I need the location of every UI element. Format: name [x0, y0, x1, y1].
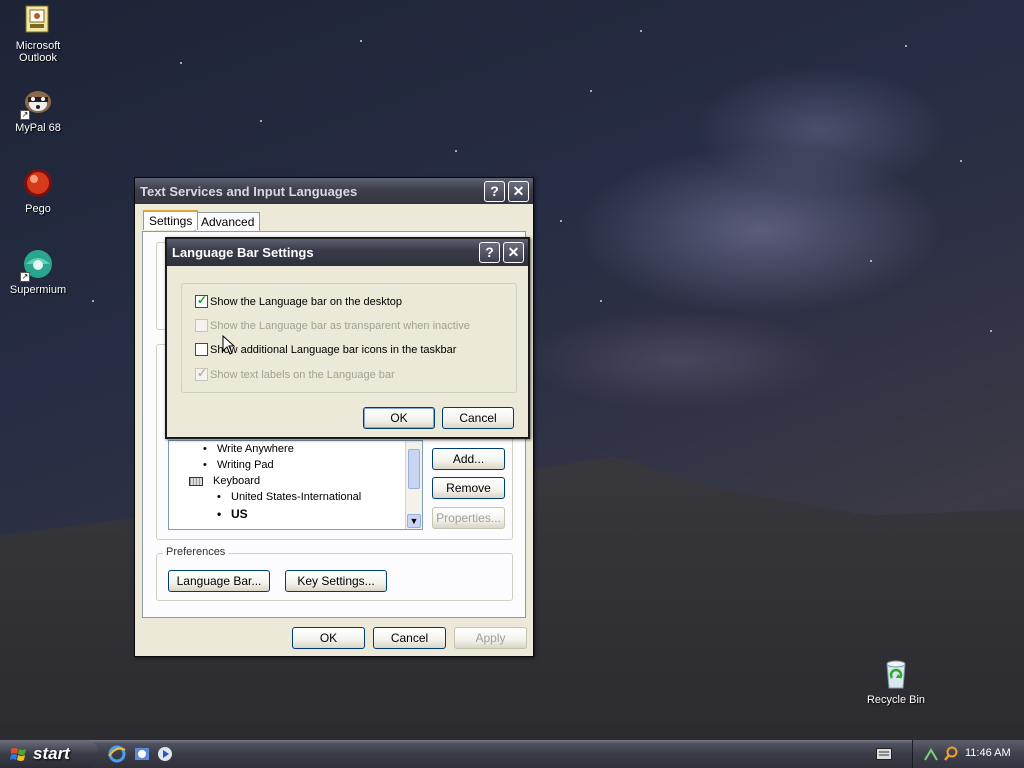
list-scrollbar[interactable]: ▼: [405, 441, 422, 529]
bullet-icon: •: [217, 491, 221, 503]
language-bar-settings-dialog: Language Bar Settings ? ✕ ✓ Show the Lan…: [165, 237, 530, 439]
cancel-button[interactable]: Cancel: [373, 627, 446, 649]
list-item-label: US: [231, 507, 248, 521]
list-item[interactable]: • Write Anywhere: [203, 443, 294, 455]
text-services-titlebar[interactable]: Text Services and Input Languages ? ✕: [135, 178, 533, 204]
option-label: Show additional Language bar icons in th…: [210, 344, 457, 356]
remove-button-label: Remove: [446, 481, 491, 495]
close-icon: ✕: [507, 244, 520, 260]
shortcut-arrow-icon: ↗: [20, 110, 30, 120]
key-settings-button[interactable]: Key Settings...: [285, 570, 387, 592]
checkbox-show-on-desktop[interactable]: ✓: [195, 293, 208, 308]
desktop-icon-label: Supermium: [9, 284, 67, 296]
scroll-thumb[interactable]: [408, 449, 420, 489]
preferences-label: Preferences: [163, 546, 229, 558]
desktop-icon-label: Recycle Bin: [866, 694, 926, 706]
dialog-ok-button[interactable]: OK: [363, 407, 435, 429]
list-item-label: Write Anywhere: [217, 443, 294, 455]
checkbox-transparent-when-inactive[interactable]: [195, 319, 208, 332]
close-icon: ✕: [512, 183, 525, 199]
desktop-icon-outlook[interactable]: Microsoft Outlook: [0, 4, 76, 64]
list-item-label: United States-International: [231, 491, 362, 503]
help-button[interactable]: ?: [484, 181, 505, 202]
desktop-icon-pego[interactable]: Pego: [0, 167, 76, 215]
start-label: start: [33, 744, 70, 763]
search-icon[interactable]: [943, 746, 959, 762]
recycle-bin-icon: [880, 658, 912, 690]
desktop-icon-supermium[interactable]: ↗ Supermium: [0, 248, 76, 296]
help-button[interactable]: ?: [479, 242, 500, 263]
desktop-icon-mypal[interactable]: ↗ MyPal 68: [0, 86, 76, 134]
start-button[interactable]: start: [0, 740, 98, 768]
windows-logo-icon: [10, 748, 26, 761]
add-button[interactable]: Add...: [432, 448, 505, 470]
tab-label: Settings: [149, 214, 193, 228]
apply-button-label: Apply: [475, 631, 506, 645]
desktop-icon-label: MyPal 68: [15, 122, 61, 134]
language-bar-settings-titlebar[interactable]: Language Bar Settings ? ✕: [167, 239, 528, 266]
clock[interactable]: 11:46 AM: [965, 747, 1011, 759]
remove-button[interactable]: Remove: [432, 477, 505, 499]
internet-explorer-icon[interactable]: [108, 745, 126, 763]
add-button-label: Add...: [452, 452, 485, 466]
window-title: Text Services and Input Languages: [140, 184, 358, 199]
option-label: Show the Language bar as transparent whe…: [210, 320, 470, 332]
option-label: Show the Language bar on the desktop: [210, 296, 403, 308]
list-item-label: Keyboard: [213, 475, 261, 487]
media-player-icon[interactable]: [156, 745, 174, 763]
help-icon: ?: [485, 244, 494, 260]
help-icon: ?: [490, 183, 499, 199]
list-item-label: Writing Pad: [217, 459, 274, 471]
tab-label: Advanced: [201, 215, 255, 229]
outlook-express-icon[interactable]: [133, 745, 151, 763]
key-settings-button-label: Key Settings...: [297, 574, 375, 588]
language-bar-keyboard-icon[interactable]: [876, 748, 892, 760]
dialog-cancel-button[interactable]: Cancel: [442, 407, 514, 429]
services-list[interactable]: • Write Anywhere • Writing Pad Keyboard …: [168, 440, 423, 530]
option-label: Show text labels on the Language bar: [210, 369, 395, 381]
dialog-cancel-label: Cancel: [459, 411, 497, 425]
ok-button[interactable]: OK: [292, 627, 365, 649]
close-button[interactable]: ✕: [508, 181, 529, 202]
bullet-icon: •: [203, 443, 207, 455]
desktop-icon-label: Pego: [25, 203, 51, 215]
shortcut-arrow-icon: ↗: [20, 272, 30, 282]
close-button[interactable]: ✕: [503, 242, 524, 263]
language-bar-button-label: Language Bar...: [176, 574, 262, 588]
quick-launch: [108, 745, 178, 763]
properties-button[interactable]: Properties...: [432, 507, 505, 529]
apply-button[interactable]: Apply: [454, 627, 527, 649]
chevron-down-icon: ▼: [409, 516, 419, 526]
network-icon[interactable]: [923, 746, 939, 762]
pego-icon: [22, 167, 54, 199]
ok-button-label: OK: [319, 631, 338, 645]
checkmark-icon: ✓: [197, 293, 208, 307]
bullet-icon: •: [217, 507, 222, 521]
supermium-icon: ↗: [20, 248, 54, 282]
tab-settings[interactable]: Settings: [143, 210, 199, 230]
mouse-cursor-icon: [222, 335, 236, 355]
properties-button-label: Properties...: [436, 511, 501, 525]
mypal-icon: ↗: [20, 86, 54, 120]
language-bar-button[interactable]: Language Bar...: [168, 570, 270, 592]
desktop-icon-recycle-bin[interactable]: Recycle Bin: [858, 658, 934, 706]
list-item[interactable]: • US: [217, 507, 248, 521]
taskbar: start 11:46 AM: [0, 740, 1024, 768]
cancel-button-label: Cancel: [390, 631, 429, 645]
keyboard-icon: [189, 477, 203, 486]
tab-advanced[interactable]: Advanced: [195, 212, 261, 232]
list-item[interactable]: • United States-International: [217, 491, 362, 503]
desktop-icon-label: Microsoft Outlook: [15, 40, 61, 64]
bullet-icon: •: [203, 459, 207, 471]
scroll-down-button[interactable]: ▼: [407, 514, 421, 528]
system-tray: 11:46 AM: [912, 740, 1024, 768]
list-item[interactable]: • Writing Pad: [203, 459, 274, 471]
checkbox-additional-taskbar-icons[interactable]: [195, 343, 208, 356]
checkbox-show-text-labels[interactable]: ✓: [195, 366, 208, 381]
dialog-ok-label: OK: [390, 411, 408, 425]
dialog-title: Language Bar Settings: [172, 245, 314, 260]
checkmark-icon: ✓: [197, 366, 208, 380]
outlook-icon: [22, 4, 54, 36]
list-item[interactable]: Keyboard: [189, 475, 261, 487]
